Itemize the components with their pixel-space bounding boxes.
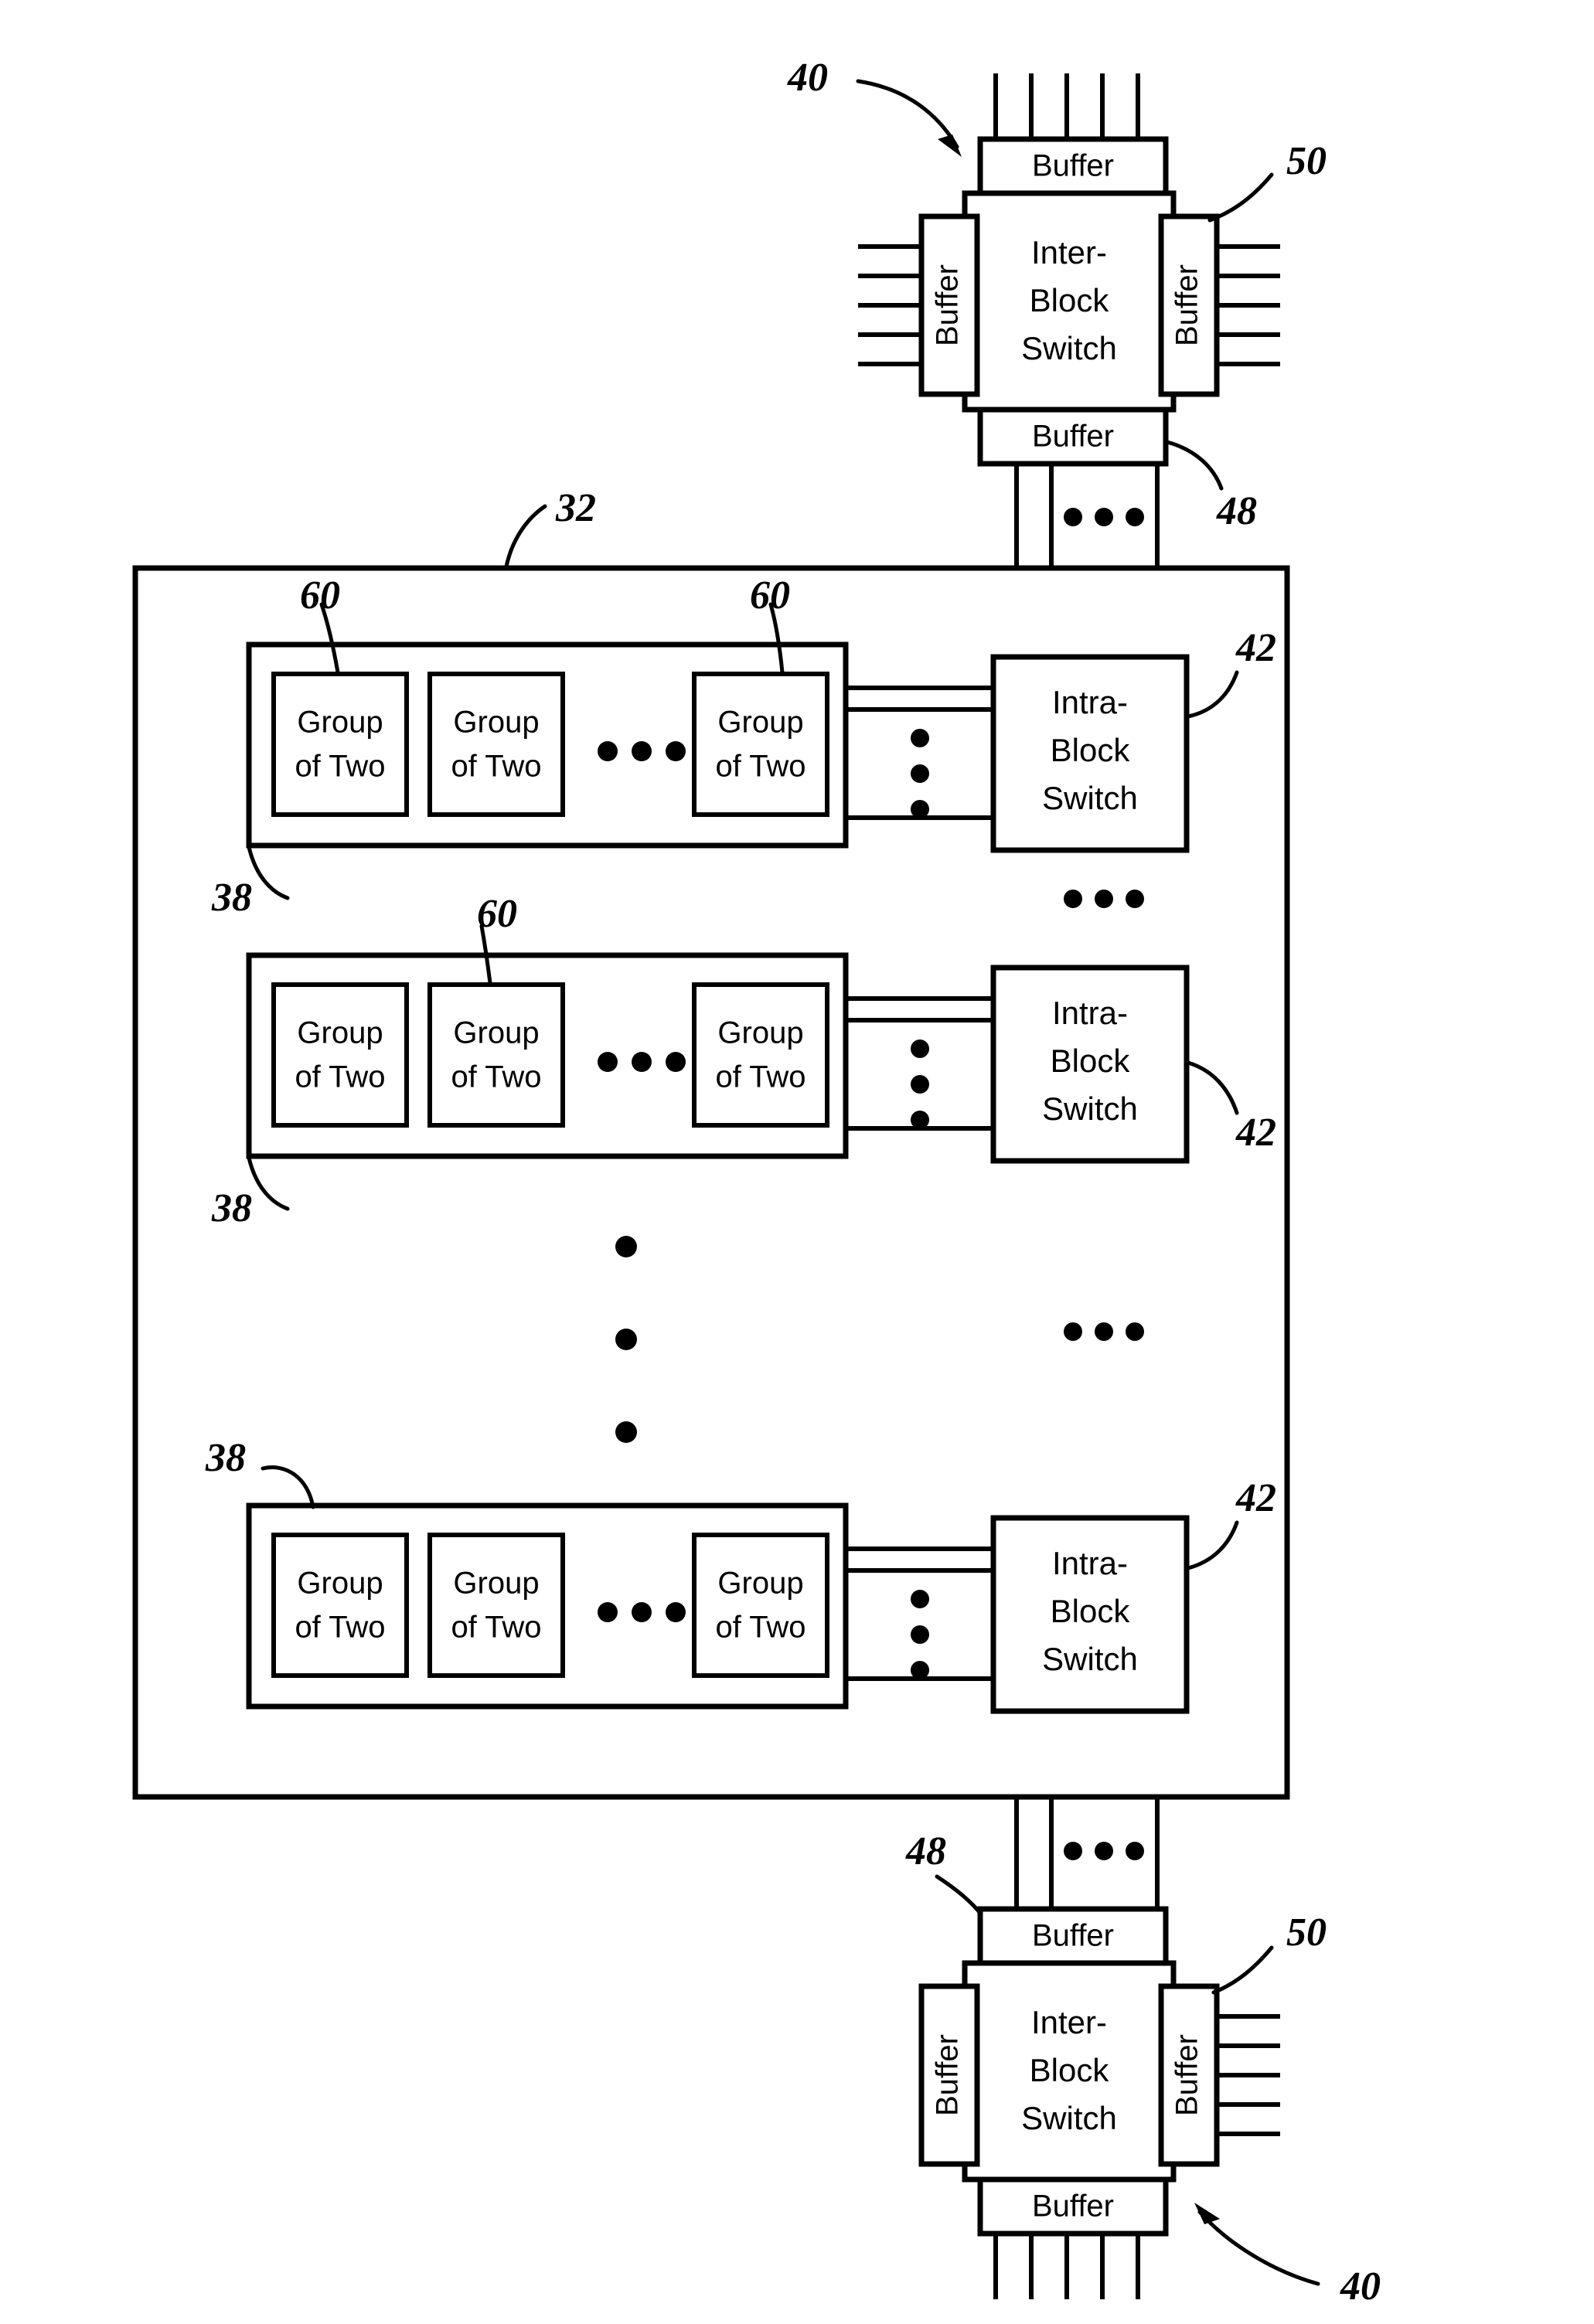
inter-block-switch-bottom-group: 48 Buffer Inter- Block Switch Buffer Buf…: [905, 1829, 1381, 2309]
intra-block-switch-2-label-line3: Switch: [1042, 1091, 1138, 1127]
top-switch-label-line1: Inter-: [1031, 234, 1107, 271]
ref-48-bottom-leader: [935, 1874, 984, 1917]
ref-50-top: 50: [1286, 139, 1327, 183]
row-3-link-ellipsis: [911, 1590, 929, 1679]
ref-50-bottom-leader: [1211, 1945, 1274, 1995]
intra-block-switch-3-label-line2: Block: [1051, 1593, 1131, 1629]
group-of-two-3-2: [427, 1533, 565, 1678]
group-of-two-3-1: [271, 1533, 409, 1678]
bottom-switch-bottom-buffer-label: Buffer: [1032, 2190, 1114, 2224]
ref-50-top-leader: [1207, 172, 1274, 223]
intra-block-switch-1-label-line2: Block: [1051, 732, 1131, 768]
bottom-switch-top-buffer-label: Buffer: [1032, 1919, 1114, 1953]
patent-figure: Buffer Inter- Block Switch Buffer Buffer…: [132, 56, 1381, 2309]
top-switch-right-buffer-label: Buffer: [1170, 264, 1204, 346]
intra-block-switch-3-label-line1: Intra-: [1052, 1545, 1128, 1581]
bottom-switch-label-line1: Inter-: [1031, 2004, 1107, 2040]
ref-42-3: 42: [1235, 1476, 1276, 1520]
group-row-1-ellipsis: [598, 741, 686, 761]
ref-40-bottom-leader: [1197, 2210, 1320, 2286]
group-of-two-2-1: [271, 982, 409, 1128]
ref-60-1-1: 60: [300, 573, 340, 618]
ref-48-bottom: 48: [905, 1829, 946, 1873]
bottom-switch-label-line3: Switch: [1021, 2100, 1117, 2136]
ref-60-2-2: 60: [477, 892, 517, 936]
ref-40-bottom-arrowhead: [1194, 2203, 1220, 2224]
group-of-two-2-3-label-line1: Group: [717, 1016, 803, 1050]
row-2-link-ellipsis: [911, 1040, 929, 1129]
group-of-two-2-1-label-line1: Group: [297, 1016, 383, 1050]
group-of-two-3-3-label-line1: Group: [717, 1567, 803, 1601]
group-of-two-2-2-label-line2: of Two: [451, 1060, 541, 1094]
ref-38-3: 38: [205, 1436, 246, 1480]
group-of-two-1-2-label-line2: of Two: [451, 750, 541, 784]
intra-block-switch-2-label-line2: Block: [1051, 1043, 1131, 1079]
group-of-two-2-2-label-line1: Group: [453, 1016, 539, 1050]
group-row-2-ellipsis: [598, 1052, 686, 1072]
group-of-two-2-2: [427, 982, 565, 1128]
group-of-two-1-3-label-line2: of Two: [715, 750, 806, 784]
bus-ellipsis-bottom: [1064, 1842, 1144, 1860]
top-switch-top-ports: [993, 73, 1140, 139]
intra-block-switch-2-label-line1: Intra-: [1052, 995, 1128, 1031]
bus-ellipsis-top: [1064, 508, 1144, 526]
bottom-switch-right-ports: [1217, 2014, 1280, 2136]
top-switch-left-ports: [858, 244, 921, 366]
group-of-two-3-3-label-line2: of Two: [715, 1611, 806, 1645]
intra-block-switch-3-label-line3: Switch: [1042, 1641, 1138, 1677]
bottom-switch-left-buffer-label: Buffer: [931, 2034, 965, 2116]
ref-38-1: 38: [211, 876, 252, 920]
top-switch-left-buffer-label: Buffer: [931, 264, 965, 346]
ref-48-top: 48: [1216, 489, 1257, 533]
group-of-two-1-3-label-line1: Group: [717, 706, 803, 740]
group-of-two-2-3-label-line2: of Two: [715, 1060, 806, 1094]
group-of-two-3-2-label-line2: of Two: [451, 1611, 541, 1645]
group-of-two-3-2-label-line1: Group: [453, 1567, 539, 1601]
top-switch-bottom-buffer-label: Buffer: [1032, 420, 1114, 454]
row-1-link-ellipsis: [911, 729, 929, 818]
ref-42-2: 42: [1235, 1111, 1276, 1155]
group-of-two-1-1: [271, 672, 409, 817]
ref-38-2: 38: [211, 1186, 252, 1230]
ref-40-bottom: 40: [1340, 2264, 1381, 2309]
ref-32: 32: [555, 486, 596, 530]
group-of-two-1-1-label-line2: of Two: [295, 750, 385, 784]
group-of-two-1-1-label-line1: Group: [297, 706, 383, 740]
top-switch-top-buffer-label: Buffer: [1032, 149, 1114, 183]
bottom-switch-right-buffer-label: Buffer: [1170, 2034, 1204, 2116]
ref-50-bottom: 50: [1286, 1911, 1327, 1955]
group-of-two-3-3: [692, 1533, 829, 1678]
ref-32-leader: [504, 504, 547, 569]
group-of-two-2-3: [692, 982, 829, 1128]
group-of-two-3-1-label-line2: of Two: [295, 1611, 385, 1645]
group-of-two-3-1-label-line1: Group: [297, 1567, 383, 1601]
top-switch-label-line2: Block: [1030, 282, 1110, 318]
ref-48-top-leader: [1165, 440, 1224, 491]
bus-ellipsis-row1-row2: [1064, 890, 1144, 908]
bottom-switch-label-line2: Block: [1030, 2052, 1110, 2088]
ref-42-1: 42: [1235, 626, 1276, 670]
top-switch-right-ports: [1217, 244, 1280, 366]
bottom-switch-bottom-ports: [993, 2234, 1140, 2299]
group-of-two-1-2-label-line1: Group: [453, 706, 539, 740]
group-row-3-ellipsis: [598, 1602, 686, 1622]
intra-block-switch-1-label-line3: Switch: [1042, 780, 1138, 816]
ref-40-top: 40: [787, 56, 828, 100]
top-switch-label-line3: Switch: [1021, 330, 1117, 366]
bus-ellipsis-row2-row3: [1064, 1322, 1144, 1341]
group-of-two-1-2: [427, 672, 565, 817]
ref-60-1-3: 60: [750, 573, 790, 618]
group-of-two-1-3: [692, 672, 829, 817]
ref-40-top-leader: [856, 79, 959, 149]
inter-block-switch-top-group: Buffer Inter- Block Switch Buffer Buffer…: [787, 56, 1327, 533]
intra-block-switch-1-label-line1: Intra-: [1052, 684, 1128, 720]
group-of-two-2-1-label-line2: of Two: [295, 1060, 385, 1094]
